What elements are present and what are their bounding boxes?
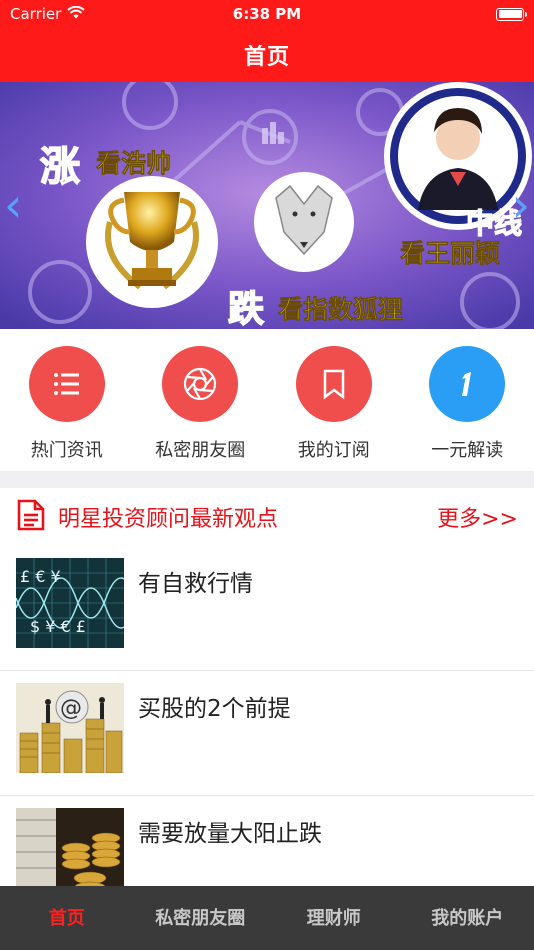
banner-text-midline: 看王丽颖 — [400, 239, 501, 269]
status-bar: Carrier 6:38 PM — [0, 0, 534, 28]
quick-nav-hot-news[interactable]: 热门资讯 — [0, 329, 134, 471]
quick-nav-one-yuan[interactable]: 一元解读 — [401, 329, 534, 471]
list-item[interactable]: @ 买股的2个前提 — [0, 671, 534, 796]
bookmark-icon — [295, 346, 372, 422]
status-left: Carrier — [10, 5, 86, 23]
number-one-icon — [429, 346, 506, 422]
list-icon — [28, 346, 105, 422]
tab-bar: 首页 私密朋友圈 理财师 我的账户 — [0, 886, 534, 950]
quick-nav-private-circle[interactable]: 私密朋友圈 — [134, 329, 268, 471]
quick-nav-label: 私密朋友圈 — [155, 440, 246, 461]
carousel-prev-icon[interactable]: ‹ — [4, 182, 22, 228]
aperture-icon — [162, 346, 239, 422]
banner-text-rise-char: 涨 — [39, 142, 81, 191]
quick-nav-label: 一元解读 — [431, 440, 504, 461]
section-title: 明星投资顾问最新观点 — [58, 507, 279, 532]
wifi-icon — [67, 5, 86, 23]
quick-nav-subscriptions[interactable]: 我的订阅 — [267, 329, 401, 471]
banner-carousel[interactable]: 涨 看浩帅 跌 看指数狐狸 中线 看王丽颖 ‹ › — [0, 82, 534, 329]
article-thumbnail: £ € ¥ $ ¥ € £ — [16, 558, 124, 648]
article-title: 需要放量大阳止跌 — [138, 821, 322, 847]
section-header: 明星投资顾问最新观点 更多>> — [0, 488, 534, 546]
tab-home[interactable]: 首页 — [0, 886, 134, 950]
quick-nav: 热门资讯 私密朋友圈 我的订阅 一元解读 — [0, 329, 534, 471]
svg-text:£ € ¥: £ € ¥ — [20, 567, 61, 586]
article-title: 买股的2个前提 — [138, 696, 291, 722]
quick-nav-label: 热门资讯 — [30, 440, 103, 461]
banner-text-fall: 看指数狐狸 — [278, 295, 404, 325]
more-link[interactable]: 更多>> — [437, 501, 518, 533]
banner-text-fall-char: 跌 — [227, 287, 265, 329]
quick-nav-label: 我的订阅 — [297, 440, 370, 461]
carousel-next-icon[interactable]: › — [512, 182, 530, 228]
tab-my-account[interactable]: 我的账户 — [401, 886, 534, 950]
article-thumbnail — [16, 808, 124, 898]
carrier-label: Carrier — [10, 5, 62, 23]
svg-text:$ ¥ € £: $ ¥ € £ — [30, 617, 86, 636]
svg-text:@: @ — [60, 696, 82, 721]
tab-private-circle[interactable]: 私密朋友圈 — [134, 886, 268, 950]
nav-bar: 首页 — [0, 28, 534, 82]
list-item[interactable]: £ € ¥ $ ¥ € £ 有自救行情 — [0, 546, 534, 671]
battery-icon — [496, 7, 527, 21]
article-title: 有自救行情 — [138, 571, 253, 597]
tab-advisors[interactable]: 理财师 — [267, 886, 401, 950]
article-thumbnail: @ — [16, 683, 124, 773]
banner-image — [0, 82, 534, 329]
banner-text-rise: 看浩帅 — [96, 149, 172, 179]
document-icon — [16, 498, 46, 536]
section-divider — [0, 471, 534, 488]
page-title: 首页 — [243, 45, 290, 70]
